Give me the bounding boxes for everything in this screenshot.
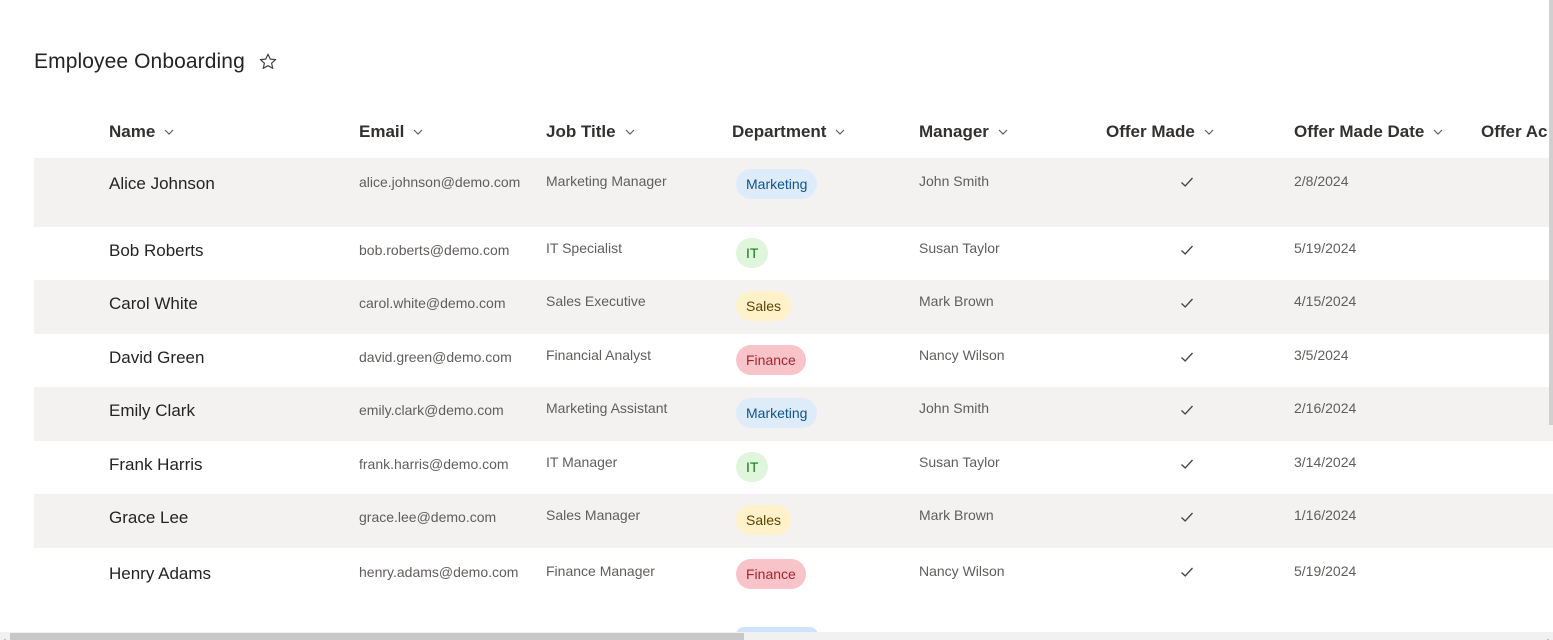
column-header-label: Offer Made Date (1294, 121, 1425, 141)
column-header-offer[interactable]: Offer Made (1106, 105, 1215, 158)
column-header-label: Manager (919, 121, 989, 141)
manager-name: John Smith (919, 400, 990, 416)
table-row[interactable]: Alice Johnson alice.johnson@demo.com Marke… (34, 158, 1553, 227)
offer-made-date: 5/19/2024 (1294, 240, 1357, 256)
page-title: Employee Onboarding (34, 50, 245, 73)
table-row[interactable]: Carol White carol.white@demo.com Sales Exe… (34, 280, 1553, 334)
column-header-label: Job Title (546, 121, 616, 141)
job-title: IT Specialist (546, 240, 622, 256)
employee-name[interactable]: Alice Johnson (109, 174, 215, 194)
manager-name: Susan Taylor (919, 454, 1000, 470)
table-row[interactable]: Grace Lee grace.lee@demo.com Sales Manager… (34, 494, 1553, 548)
column-header-label: Offer Ac (1481, 121, 1548, 141)
list-rows: Alice Johnson alice.johnson@demo.com Marke… (34, 158, 1553, 617)
department-badge: Finance (736, 345, 806, 375)
offer-made-date: 2/8/2024 (1294, 173, 1349, 189)
job-title: Sales Executive (546, 293, 646, 309)
horizontal-scroll-thumb[interactable] (10, 633, 744, 640)
column-header-manager[interactable]: Manager (919, 105, 1009, 158)
column-header-name[interactable]: Name (109, 105, 175, 158)
checkmark-icon (1179, 564, 1195, 580)
list-grid: Name Email Job Title Department Manager Offer… (34, 105, 1553, 617)
manager-name: Mark Brown (919, 507, 994, 523)
department-badge: IT (736, 452, 769, 482)
checkmark-icon (1179, 456, 1195, 472)
employee-email: alice.johnson@demo.com (359, 174, 521, 190)
job-title: Sales Manager (546, 507, 641, 523)
checkmark-icon (1179, 349, 1195, 365)
list-header: Employee Onboarding (34, 46, 279, 78)
checkmark-icon (1179, 174, 1195, 190)
column-header-date[interactable]: Offer Made Date (1294, 105, 1444, 158)
table-row[interactable]: Bob Roberts bob.roberts@demo.com IT Specia… (34, 227, 1553, 280)
page: Employee Onboarding Name Email Job Title De… (0, 0, 1553, 640)
department-badge: Marketing (736, 169, 818, 199)
employee-email: bob.roberts@demo.com (359, 242, 510, 258)
department-badge: IT (736, 238, 769, 268)
vertical-scrollbar[interactable] (1549, 0, 1553, 425)
employee-name[interactable]: Frank Harris (109, 455, 203, 475)
column-header-label: Department (732, 121, 827, 141)
column-header-row: Name Email Job Title Department Manager Offer… (34, 105, 1553, 158)
employee-name[interactable]: Henry Adams (109, 564, 211, 584)
department-badge: Sales (736, 291, 792, 321)
job-title: Marketing Assistant (546, 400, 668, 416)
column-header-label: Email (359, 121, 405, 141)
table-row[interactable]: Emily Clark emily.clark@demo.com Marketing… (34, 387, 1553, 441)
chevron-down-icon[interactable] (163, 126, 175, 138)
column-header-dept[interactable]: Department (732, 105, 846, 158)
offer-made-date: 2/16/2024 (1294, 400, 1357, 416)
employee-email: frank.harris@demo.com (359, 456, 509, 472)
job-title: Financial Analyst (546, 347, 652, 363)
checkmark-icon (1179, 242, 1195, 258)
employee-email: grace.lee@demo.com (359, 509, 497, 525)
employee-name[interactable]: Carol White (109, 294, 198, 314)
checkmark-icon (1179, 402, 1195, 418)
employee-email: david.green@demo.com (359, 349, 512, 365)
star-icon[interactable] (257, 51, 279, 73)
job-title: IT Manager (546, 454, 618, 470)
employee-name[interactable]: David Green (109, 348, 204, 368)
chevron-down-icon[interactable] (997, 126, 1009, 138)
column-header-label: Name (109, 121, 156, 141)
job-title: Marketing Manager (546, 173, 667, 189)
employee-name[interactable]: Emily Clark (109, 401, 195, 421)
chevron-down-icon[interactable] (1432, 126, 1444, 138)
column-header-email[interactable]: Email (359, 105, 424, 158)
manager-name: Susan Taylor (919, 240, 1000, 256)
manager-name: Mark Brown (919, 293, 994, 309)
department-badge: Marketing (736, 398, 818, 428)
column-header-job[interactable]: Job Title (546, 105, 636, 158)
offer-made-date: 1/16/2024 (1294, 507, 1357, 523)
table-row[interactable]: Frank Harris frank.harris@demo.com IT Mana… (34, 441, 1553, 494)
scroll-right-icon[interactable] (1545, 632, 1553, 640)
manager-name: Nancy Wilson (919, 563, 1005, 579)
manager-name: John Smith (919, 173, 990, 189)
offer-made-date: 3/14/2024 (1294, 454, 1357, 470)
manager-name: Nancy Wilson (919, 347, 1005, 363)
column-header-offer_ac[interactable]: Offer Ac (1481, 105, 1547, 158)
employee-email: henry.adams@demo.com (359, 564, 519, 580)
job-title: Finance Manager (546, 563, 655, 579)
employee-email: carol.white@demo.com (359, 295, 506, 311)
offer-made-date: 3/5/2024 (1294, 347, 1349, 363)
employee-name[interactable]: Grace Lee (109, 508, 188, 528)
chevron-down-icon[interactable] (624, 126, 636, 138)
offer-made-date: 5/19/2024 (1294, 563, 1357, 579)
chevron-down-icon[interactable] (412, 126, 424, 138)
checkmark-icon (1179, 295, 1195, 311)
checkmark-icon (1179, 509, 1195, 525)
employee-email: emily.clark@demo.com (359, 402, 504, 418)
department-badge: Sales (736, 505, 792, 535)
table-row[interactable]: David Green david.green@demo.com Financial… (34, 334, 1553, 387)
table-row[interactable]: Henry Adams henry.adams@demo.com Finance M… (34, 548, 1553, 617)
department-badge: Finance (736, 559, 806, 589)
employee-name[interactable]: Bob Roberts (109, 241, 204, 261)
chevron-down-icon[interactable] (1203, 126, 1215, 138)
horizontal-scrollbar[interactable] (0, 632, 1553, 640)
scroll-left-icon[interactable] (0, 632, 8, 640)
column-header-label: Offer Made (1106, 121, 1195, 141)
offer-made-date: 4/15/2024 (1294, 293, 1357, 309)
chevron-down-icon[interactable] (834, 126, 846, 138)
